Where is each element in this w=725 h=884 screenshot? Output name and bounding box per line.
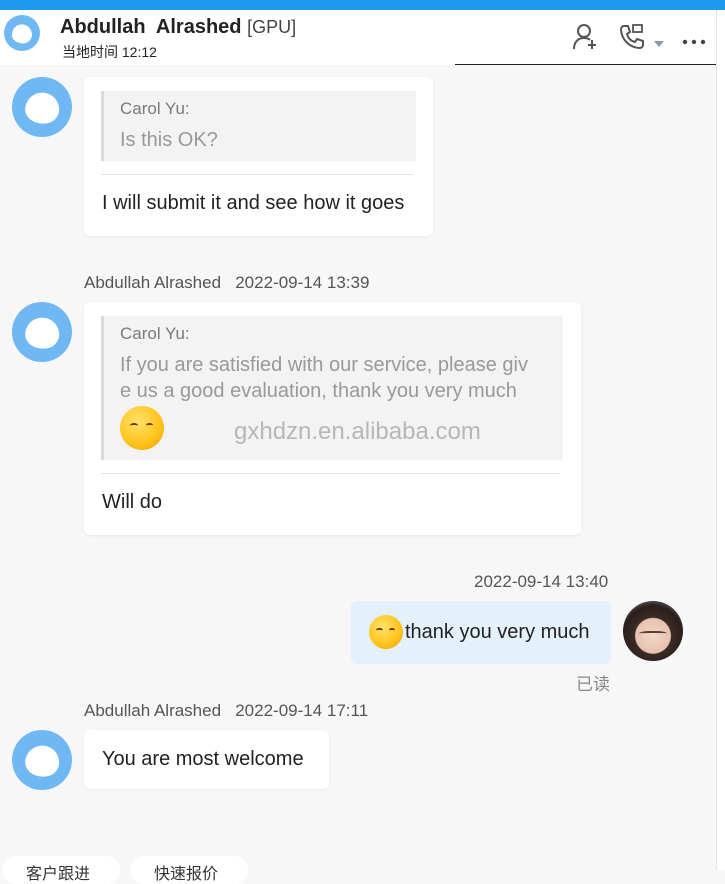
quick-action-quote[interactable]: 快速报价 <box>130 856 248 884</box>
quoted-message[interactable]: Carol Yu: If you are satisfied with our … <box>101 316 563 460</box>
message-card[interactable]: You are most welcome <box>84 730 329 789</box>
outgoing-message-bubble[interactable]: thank you very much <box>351 601 611 664</box>
message-text: You are most welcome <box>102 748 304 770</box>
sender-name: Abdullah Alrashed <box>84 273 222 292</box>
thinking-emoji-icon <box>369 615 403 649</box>
dropdown-icon[interactable] <box>653 35 665 53</box>
message-time: 2022-09-14 17:11 <box>235 701 369 720</box>
message-text: Will do <box>102 491 163 513</box>
read-status: 已读 <box>576 675 610 694</box>
more-icon[interactable] <box>682 33 706 51</box>
contact-tag: [GPU] <box>247 17 297 37</box>
contact-name-text: Abdullah Alrashed <box>60 16 242 38</box>
quote-text-line1: If you are satisfied with our service, p… <box>120 354 528 376</box>
sender-avatar[interactable] <box>12 302 72 362</box>
contact-name[interactable]: Abdullah Alrashed [GPU] <box>60 16 296 39</box>
quick-action-label: 快速报价 <box>154 866 219 883</box>
quoted-message[interactable]: Carol Yu: Is this OK? <box>101 91 416 161</box>
quote-divider <box>101 473 560 474</box>
user-avatar[interactable] <box>623 601 683 661</box>
add-contact-icon[interactable] <box>572 22 600 57</box>
message-text: I will submit it and see how it goes <box>102 192 405 214</box>
watermark: gxhdzn.en.alibaba.com <box>234 418 481 445</box>
header-divider <box>455 64 717 65</box>
message-card[interactable]: Carol Yu: If you are satisfied with our … <box>84 302 581 535</box>
local-time: 当地时间 12:12 <box>62 44 157 60</box>
message-time: 2022-09-14 13:39 <box>235 273 370 292</box>
contact-avatar[interactable] <box>4 15 40 51</box>
message-meta: Abdullah Alrashed 2022-09-14 17:11 <box>84 701 368 721</box>
call-icon[interactable] <box>618 22 646 57</box>
quote-text: Is this OK? <box>120 129 218 151</box>
message-text: thank you very much <box>405 621 590 643</box>
quote-author: Carol Yu: <box>120 324 190 343</box>
message-time: 2022-09-14 13:40 <box>474 572 609 591</box>
sender-avatar[interactable] <box>12 730 72 790</box>
quote-divider <box>101 174 413 175</box>
message-meta: Abdullah Alrashed 2022-09-14 13:39 <box>84 273 369 293</box>
quick-action-label: 客户跟进 <box>26 866 91 883</box>
title-bar-strip <box>0 0 725 10</box>
sender-avatar[interactable] <box>12 77 72 137</box>
window-edge <box>716 10 725 870</box>
quote-author: Carol Yu: <box>120 99 190 118</box>
quick-action-follow-up[interactable]: 客户跟进 <box>2 856 120 884</box>
message-card[interactable]: Carol Yu: Is this OK? I will submit it a… <box>84 77 433 236</box>
quote-text-line2: e us a good evaluation, thank you very m… <box>120 380 517 402</box>
sender-name: Abdullah Alrashed <box>84 701 222 720</box>
blushing-emoji-icon <box>120 406 164 450</box>
